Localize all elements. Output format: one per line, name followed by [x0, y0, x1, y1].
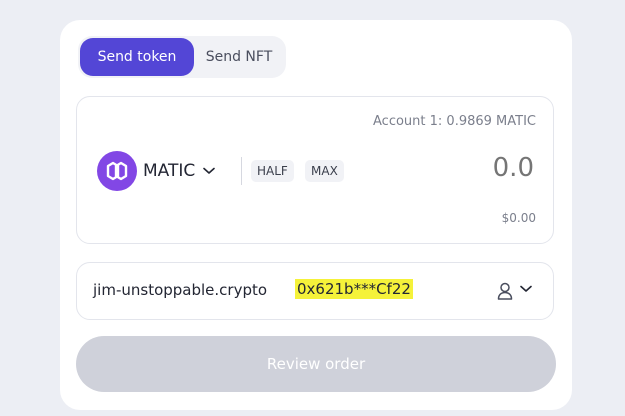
half-button[interactable]: HALF	[251, 160, 294, 182]
usd-value: $0.00	[501, 211, 536, 225]
tab-send-nft[interactable]: Send NFT	[194, 38, 284, 76]
token-selector[interactable]: MATIC	[143, 157, 216, 185]
amount-input[interactable]	[392, 152, 536, 184]
recipient-selector[interactable]: jim-unstoppable.crypto 0x621b***Cf22	[76, 262, 554, 320]
tab-send-token[interactable]: Send token	[80, 38, 194, 76]
max-button[interactable]: MAX	[305, 160, 344, 182]
send-tabs: Send token Send NFT	[78, 36, 286, 78]
polygon-logo-icon	[97, 151, 137, 191]
recipient-domain: jim-unstoppable.crypto	[93, 281, 268, 299]
divider	[241, 157, 242, 185]
chevron-down-icon	[203, 167, 216, 175]
account-balance: Account 1: 0.9869 MATIC	[373, 114, 536, 129]
recipient-address: 0x621b***Cf22	[295, 279, 413, 299]
person-icon	[497, 282, 513, 300]
token-amount-panel: Account 1: 0.9869 MATIC MATIC HALF MAX $…	[76, 96, 554, 244]
review-order-button[interactable]: Review order	[76, 336, 556, 392]
token-symbol: MATIC	[143, 161, 196, 181]
send-card: Send token Send NFT Account 1: 0.9869 MA…	[60, 20, 572, 410]
chevron-down-icon	[520, 285, 532, 293]
